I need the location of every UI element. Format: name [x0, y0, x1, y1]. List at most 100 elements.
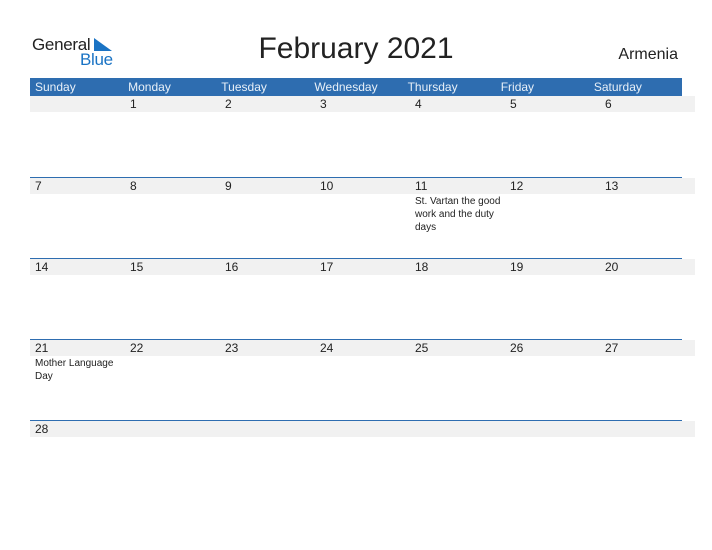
holiday-label	[600, 356, 695, 357]
day-number: 7	[30, 178, 125, 194]
day-number: 1	[125, 96, 220, 112]
holiday-label	[30, 275, 125, 276]
day-number: 3	[315, 96, 410, 112]
holiday-label: Mother Language Day	[35, 358, 114, 382]
holiday-label	[600, 437, 695, 438]
holiday-label	[220, 112, 315, 113]
holiday-label	[600, 194, 695, 195]
day-cell[interactable]: 6	[600, 96, 695, 177]
day-cell[interactable]: 12	[505, 178, 600, 258]
day-number: 2	[220, 96, 315, 112]
day-number	[125, 421, 220, 437]
day-cell[interactable]: 27	[600, 340, 695, 420]
week-row: 7 8 9 10 11 St. Vartan the good work and the …	[30, 177, 695, 258]
holiday-label	[125, 194, 220, 195]
holiday-label	[315, 275, 410, 276]
day-cell[interactable]: 18	[410, 259, 505, 339]
day-cell[interactable]	[315, 421, 410, 501]
weekday-tuesday: Tuesday	[221, 80, 267, 94]
day-number: 15	[125, 259, 220, 275]
day-cell[interactable]: 16	[220, 259, 315, 339]
day-number: 21	[30, 340, 125, 356]
holiday-label	[220, 356, 315, 357]
day-number	[315, 421, 410, 437]
day-cell[interactable]: 11 St. Vartan the good work and the duty …	[410, 178, 505, 258]
day-cell[interactable]	[125, 421, 220, 501]
day-number: 6	[600, 96, 695, 112]
day-number: 10	[315, 178, 410, 194]
day-cell[interactable]: 22	[125, 340, 220, 420]
day-cell[interactable]: 2	[220, 96, 315, 177]
day-cell[interactable]: 25	[410, 340, 505, 420]
holiday-label	[410, 275, 505, 276]
holiday-label	[220, 275, 315, 276]
day-number: 13	[600, 178, 695, 194]
holiday-label	[315, 112, 410, 113]
day-cell[interactable]: 24	[315, 340, 410, 420]
country-label: Armenia	[618, 46, 678, 63]
day-cell[interactable]: 4	[410, 96, 505, 177]
day-cell[interactable]: 1	[125, 96, 220, 177]
day-cell[interactable]: 7	[30, 178, 125, 258]
day-cell[interactable]: 15	[125, 259, 220, 339]
day-number	[30, 96, 125, 112]
holiday-label	[410, 356, 505, 357]
day-cell[interactable]: 5	[505, 96, 600, 177]
day-number: 12	[505, 178, 600, 194]
holiday-label	[505, 194, 600, 195]
day-number: 9	[220, 178, 315, 194]
day-cell[interactable]	[505, 421, 600, 501]
day-cell[interactable]: 19	[505, 259, 600, 339]
day-number: 26	[505, 340, 600, 356]
holiday-label	[220, 437, 315, 438]
holiday-label	[30, 112, 125, 113]
week-row: 21 Mother Language Day 22 23 24 25 26 27	[30, 339, 695, 420]
holiday-label	[30, 194, 125, 195]
day-cell[interactable]: 28	[30, 421, 125, 501]
day-cell[interactable]: 3	[315, 96, 410, 177]
day-cell[interactable]: 8	[125, 178, 220, 258]
day-cell[interactable]: 26	[505, 340, 600, 420]
day-cell[interactable]: 14	[30, 259, 125, 339]
day-cell[interactable]	[410, 421, 505, 501]
day-number	[410, 421, 505, 437]
holiday-label	[125, 356, 220, 357]
calendar-grid: 1 2 3 4 5 6 7 8 9 10 11 St. Vartan the good work an…	[30, 96, 695, 501]
weekday-monday: Monday	[128, 80, 171, 94]
day-cell[interactable]	[30, 96, 125, 177]
holiday-label	[505, 437, 600, 438]
day-cell[interactable]: 13	[600, 178, 695, 258]
day-number: 18	[410, 259, 505, 275]
day-number: 22	[125, 340, 220, 356]
day-number: 28	[30, 421, 125, 437]
day-cell[interactable]	[220, 421, 315, 501]
holiday-label	[600, 275, 695, 276]
holiday-label	[505, 112, 600, 113]
day-number: 8	[125, 178, 220, 194]
page-title: February 2021	[258, 32, 454, 65]
day-number	[600, 421, 695, 437]
day-cell[interactable]: 10	[315, 178, 410, 258]
day-number: 11	[410, 178, 505, 194]
day-cell[interactable]: 21 Mother Language Day	[30, 340, 125, 420]
day-number	[505, 421, 600, 437]
day-cell[interactable]	[600, 421, 695, 501]
holiday-label	[600, 112, 695, 113]
day-number: 20	[600, 259, 695, 275]
holiday-label	[410, 437, 505, 438]
day-number: 16	[220, 259, 315, 275]
holiday-label	[315, 437, 410, 438]
day-cell[interactable]: 20	[600, 259, 695, 339]
holiday-label	[125, 437, 220, 438]
week-row: 28	[30, 420, 695, 501]
holiday-label	[505, 275, 600, 276]
day-number: 24	[315, 340, 410, 356]
holiday-label	[315, 194, 410, 195]
day-number: 23	[220, 340, 315, 356]
day-cell[interactable]: 17	[315, 259, 410, 339]
holiday-label	[30, 437, 125, 438]
day-number: 4	[410, 96, 505, 112]
day-cell[interactable]: 23	[220, 340, 315, 420]
day-cell[interactable]: 9	[220, 178, 315, 258]
day-number: 14	[30, 259, 125, 275]
